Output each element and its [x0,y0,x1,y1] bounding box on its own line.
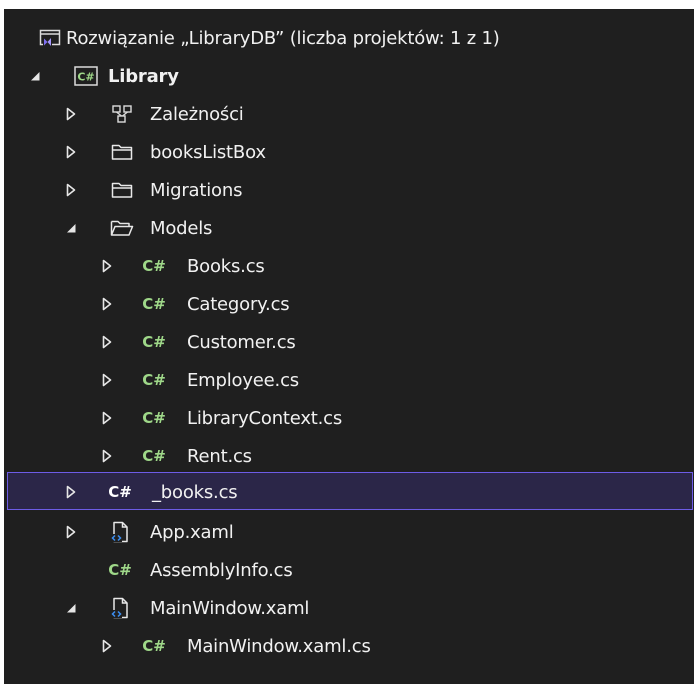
tree-row-folder-migrations[interactable]: Migrations [4,171,694,209]
node-label: Migrations [150,179,243,201]
xaml-file-icon [108,589,132,627]
expanded-arrow-icon[interactable] [64,209,78,247]
tree-row-file-employee[interactable]: C# Employee.cs [4,361,694,399]
csharp-file-icon: C# [142,637,166,655]
node-label: Books.cs [187,255,265,277]
collapsed-arrow-icon[interactable] [100,627,114,665]
xaml-file-icon [108,513,132,551]
csharp-file-icon: C# [142,333,166,351]
tree-row-folder-models[interactable]: Models [4,209,694,247]
collapsed-arrow-icon[interactable] [100,399,114,437]
node-label: MainWindow.xaml [150,597,310,619]
collapsed-arrow-icon[interactable] [100,247,114,285]
dependencies-icon [110,95,134,133]
tree-row-file-mainwindow-xaml-cs[interactable]: C# MainWindow.xaml.cs [4,627,694,665]
csharp-file-icon: C# [142,409,166,427]
collapsed-arrow-icon[interactable] [64,133,78,171]
collapsed-arrow-icon[interactable] [100,285,114,323]
collapsed-arrow-icon[interactable] [100,323,114,361]
node-label: Customer.cs [187,331,296,353]
expanded-arrow-icon[interactable] [64,589,78,627]
screenshot-frame: Rozwiązanie „LibraryDB” (liczba projektó… [0,0,698,688]
csharp-file-icon: C# [108,561,132,579]
solution-label: Rozwiązanie „LibraryDB” (liczba projektó… [66,27,500,49]
node-label: MainWindow.xaml.cs [187,635,371,657]
tree-row-dependencies[interactable]: Zależności [4,95,694,133]
node-label: booksListBox [150,141,266,163]
csharp-file-icon: C# [142,295,166,313]
tree-row-solution[interactable]: Rozwiązanie „LibraryDB” (liczba projektó… [4,19,694,57]
collapsed-arrow-icon[interactable] [100,437,114,475]
csharp-project-icon: C# [74,57,98,95]
solution-icon [38,19,62,57]
project-label: Library [108,65,179,87]
folder-open-icon [110,209,134,247]
tree-row-file-customer[interactable]: C# Customer.cs [4,323,694,361]
tree-row-file-librarycontext[interactable]: C# LibraryContext.cs [4,399,694,437]
collapsed-arrow-icon[interactable] [64,95,78,133]
node-label: LibraryContext.cs [187,407,343,429]
tree-row-file-category[interactable]: C# Category.cs [4,285,694,323]
csharp-file-icon: C# [108,483,132,501]
tree-row-folder-bookslistbox[interactable]: booksListBox [4,133,694,171]
tree-row-file-app-xaml[interactable]: App.xaml [4,513,694,551]
node-label: Zależności [150,103,244,125]
tree-row-project-library[interactable]: C# Library [4,57,694,95]
node-label: AssemblyInfo.cs [150,559,293,581]
tree-row-file-mainwindow-xaml[interactable]: MainWindow.xaml [4,589,694,627]
node-label: Rent.cs [187,445,252,467]
tree-row-file-books[interactable]: C# Books.cs [4,247,694,285]
collapsed-arrow-icon[interactable] [64,171,78,209]
tree-row-file-rent[interactable]: C# Rent.cs [4,437,694,475]
collapsed-arrow-icon[interactable] [64,513,78,551]
collapsed-arrow-icon[interactable] [100,361,114,399]
csharp-file-icon: C# [142,257,166,275]
tree-row-file-assemblyinfo[interactable]: C# AssemblyInfo.cs [4,551,694,589]
csharp-file-icon: C# [142,371,166,389]
tree-row-file-books-selected[interactable]: C# _books.cs [7,472,693,510]
node-label: _books.cs [152,481,238,503]
expanded-arrow-icon[interactable] [28,57,42,95]
svg-text:C#: C# [77,71,94,84]
folder-icon [110,171,134,209]
node-label: App.xaml [150,521,234,543]
node-label: Category.cs [187,293,290,315]
node-label: Models [150,217,213,239]
collapsed-arrow-icon[interactable] [64,473,78,511]
node-label: Employee.cs [187,369,299,391]
csharp-file-icon: C# [142,447,166,465]
folder-icon [110,133,134,171]
solution-explorer-tree: Rozwiązanie „LibraryDB” (liczba projektó… [4,9,694,684]
